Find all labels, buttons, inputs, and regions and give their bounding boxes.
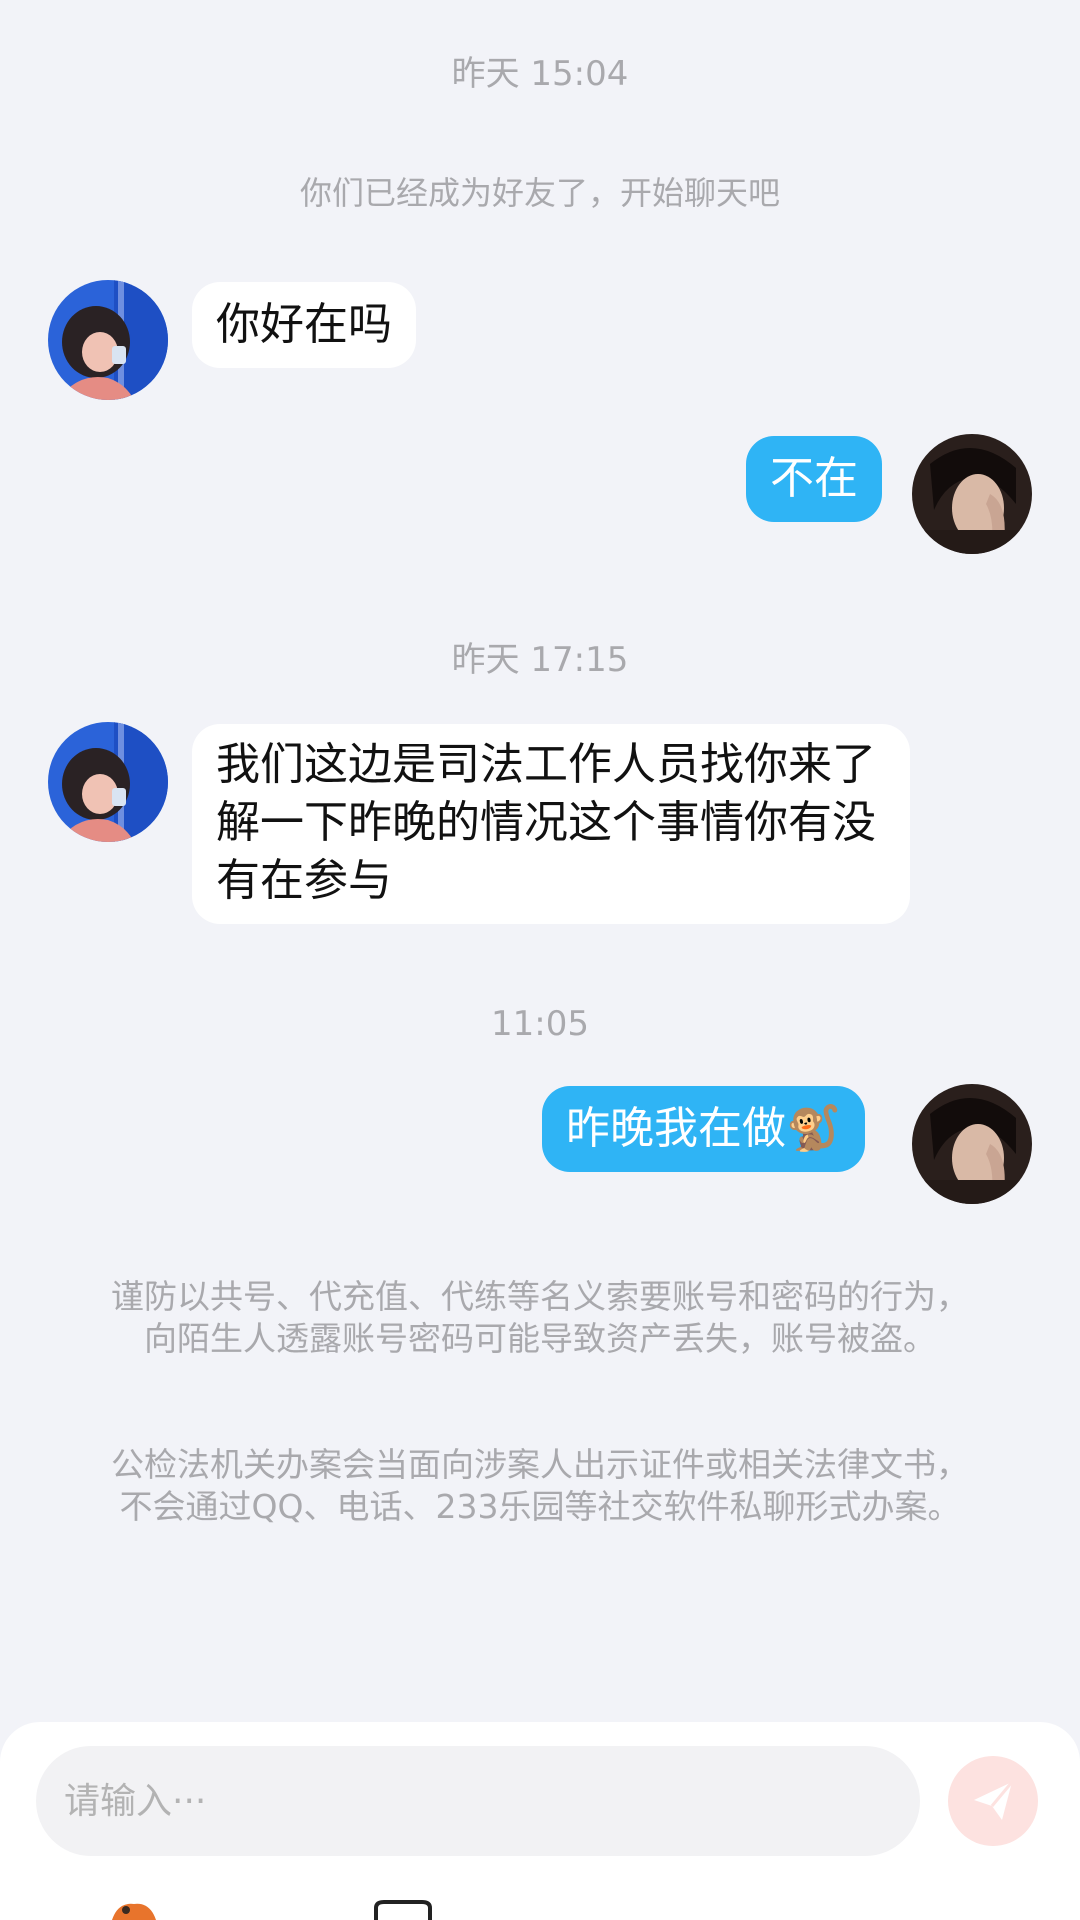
contact-avatar[interactable]	[48, 280, 168, 400]
paper-plane-icon	[974, 1781, 1014, 1820]
timestamp: 昨天 15:04	[451, 54, 629, 94]
chat-area: 昨天 15:04 你们已经成为好友了，开始聊天吧 你好在吗 不在 昨天 17:1…	[0, 0, 1080, 1720]
friend-added-note: 你们已经成为好友了，开始聊天吧	[299, 174, 780, 212]
outgoing-message[interactable]: 不在	[746, 436, 882, 522]
incoming-message[interactable]: 你好在吗	[192, 282, 416, 368]
message-input[interactable]	[36, 1746, 920, 1856]
outgoing-message[interactable]: 昨晚我在做🐒	[542, 1086, 865, 1172]
contact-avatar[interactable]	[48, 722, 168, 842]
composer-panel	[0, 1722, 1080, 1920]
emoji-toolbar-icon[interactable]	[108, 1900, 160, 1920]
incoming-message[interactable]: 我们这边是司法工作人员找你来了解一下昨晚的情况这个事情你有没有在参与	[192, 724, 910, 924]
timestamp: 昨天 17:15	[451, 640, 629, 680]
image-toolbar-icon[interactable]	[372, 1900, 434, 1920]
my-avatar[interactable]	[912, 434, 1032, 554]
legal-warning: 公检法机关办案会当面向涉案人出示证件或相关法律文书，不会通过QQ、电话、233乐…	[111, 1445, 969, 1526]
security-warning: 谨防以共号、代充值、代练等名义索要账号和密码的行为，向陌生人透露账号密码可能导致…	[111, 1277, 969, 1358]
my-avatar[interactable]	[912, 1084, 1032, 1204]
send-button[interactable]	[948, 1756, 1038, 1846]
timestamp: 11:05	[491, 1004, 589, 1044]
